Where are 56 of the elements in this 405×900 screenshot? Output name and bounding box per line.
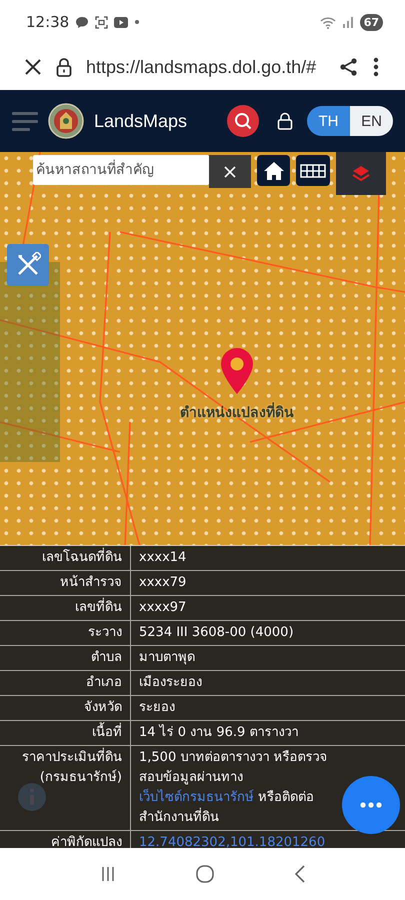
more-icon (360, 802, 382, 808)
field-label: เลขโฉนดที่ดิน (0, 546, 131, 570)
field-value: 14 ไร่ 0 งาน 96.9 ตารางวา (138, 723, 300, 742)
back-icon[interactable] (294, 865, 306, 883)
chat-icon (75, 16, 90, 28)
house-icon (262, 160, 284, 180)
site-title: LandsMaps (94, 110, 188, 132)
field-label: อำเภอ (0, 671, 131, 695)
battery-level: 67 (360, 14, 383, 30)
layers-icon (351, 164, 371, 184)
language-tab[interactable]: TH (307, 106, 350, 136)
field-value: 5234 III 3608-00 (4000) (138, 624, 295, 642)
lock-icon (56, 57, 72, 77)
layers-button[interactable] (336, 152, 386, 195)
field-value: 1,500 บาทต่อตารางวา หรือตรวจสอบข้อมูลผ่านทาง เว็บไซต์กรมธนารักษ์ หรือติดต่อสำนักงานที่ดิน (138, 749, 328, 827)
home-icon[interactable] (194, 864, 214, 884)
link[interactable]: 12.74082302,101.18201260 (139, 835, 326, 848)
marker-label: ตำแหน่งแปลงที่ดิน (180, 401, 294, 423)
share-icon[interactable] (339, 57, 359, 77)
field-value: เมืองระยอง (138, 674, 203, 692)
dot-icon (134, 19, 140, 25)
measure-tool-button[interactable] (7, 244, 49, 286)
more-options-icon[interactable] (373, 57, 379, 77)
signal-icon (342, 16, 354, 28)
recent-apps-icon[interactable] (100, 866, 116, 882)
lock-icon[interactable] (277, 112, 293, 130)
field-label: เลขที่ดิน (0, 596, 131, 620)
url-text[interactable]: https://landsmaps.dol.go.th/# (86, 56, 316, 76)
search-field[interactable]: ค้นหาสถานที่สำคัญ (33, 155, 209, 185)
video-icon (114, 16, 128, 28)
close-icon (224, 166, 236, 178)
field-value: ระยอง (138, 699, 176, 717)
menu-icon[interactable] (12, 110, 38, 132)
grid-button[interactable] (296, 155, 330, 186)
field-label: จังหวัด (0, 696, 131, 720)
language-tab[interactable]: EN (350, 106, 393, 136)
field-label: หน้าสำรวจ (0, 571, 131, 595)
search-icon (234, 112, 252, 130)
close-icon[interactable] (24, 58, 42, 76)
field-label: ระวาง (0, 621, 131, 645)
link[interactable]: เว็บไซต์กรมธนารักษ์ (139, 790, 254, 805)
clear-button[interactable] (209, 155, 251, 188)
field-label: ตำบล (0, 646, 131, 670)
field-value: xxxx97 (138, 599, 188, 617)
field-value: xxxx79 (138, 574, 188, 592)
search-button[interactable] (227, 105, 259, 137)
status-time: 12:38 (26, 13, 70, 31)
seal-logo-icon (48, 103, 84, 139)
field-value: xxxx14 (138, 549, 188, 567)
field-label: เนื้อที่ (0, 721, 131, 745)
wifi-icon (320, 16, 336, 28)
satellite-map[interactable]: ค้นหาสถานที่สำคัญ ตำแหน่งแปลงที่ดิน (0, 152, 405, 545)
scan-icon (95, 16, 108, 28)
grid-icon (300, 164, 326, 178)
field-value: มาบตาพุด (138, 649, 196, 667)
home-button[interactable] (257, 155, 290, 186)
